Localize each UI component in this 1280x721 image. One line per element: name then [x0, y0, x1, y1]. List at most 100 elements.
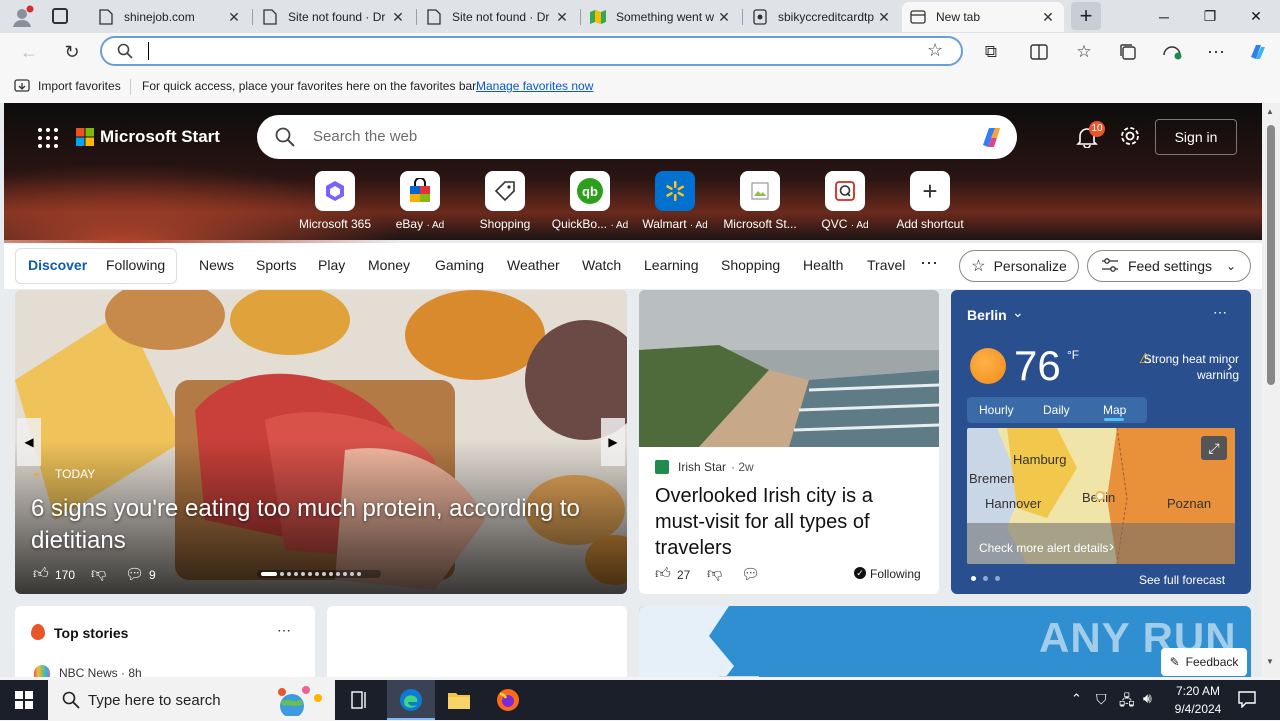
tab-gaming[interactable]: Gaming — [435, 257, 484, 273]
app-launcher-icon[interactable] — [37, 127, 59, 154]
tab-travel[interactable]: Travel — [867, 257, 905, 273]
tab-map[interactable]: Map — [1103, 403, 1126, 417]
import-favorites-button[interactable]: Import favorites — [38, 79, 121, 93]
task-view-icon[interactable] — [350, 690, 370, 715]
clock-time[interactable]: 7:20 AM — [1172, 684, 1224, 698]
more-options-icon[interactable]: ⋯ — [277, 622, 291, 639]
profile-icon[interactable] — [10, 5, 34, 29]
close-window-button[interactable]: ✕ — [1233, 0, 1279, 33]
more-tabs-icon[interactable]: ⋯ — [920, 253, 938, 274]
taskbar-search-box[interactable]: Type here to search — [48, 680, 335, 720]
pager-dot[interactable] — [995, 576, 1000, 581]
shortcut-quickbooks[interactable]: qb QuickBo... · Ad — [545, 171, 635, 231]
back-button[interactable]: ← — [14, 37, 44, 67]
close-tab-icon[interactable]: ✕ — [1040, 9, 1056, 25]
restore-button[interactable]: ❐ — [1187, 0, 1233, 33]
firefox-icon[interactable] — [496, 688, 520, 717]
tab-actions-icon[interactable] — [52, 8, 68, 24]
dislike-icon[interactable]: 👎︎ — [91, 565, 106, 583]
comment-icon[interactable]: 💬︎ — [741, 565, 760, 583]
security-icon[interactable]: ⛉ — [1096, 691, 1107, 708]
shortcut-shopping[interactable]: Shopping — [460, 171, 550, 231]
address-bar[interactable]: ☆ — [100, 36, 963, 66]
tab-following[interactable]: Following — [106, 257, 165, 273]
windows-start-icon[interactable] — [15, 691, 33, 714]
browser-tab[interactable]: shinejob.com ✕ — [90, 2, 250, 32]
carousel-dots[interactable] — [257, 570, 381, 578]
brand-title[interactable]: Microsoft Start — [100, 127, 220, 147]
taskbar-search-input[interactable]: Type here to search — [88, 692, 221, 709]
tab-learning[interactable]: Learning — [644, 257, 699, 273]
article-headline[interactable]: 6 signs you're eating too much protein, … — [31, 493, 621, 557]
close-tab-icon[interactable]: ✕ — [716, 9, 732, 25]
feed-settings-button[interactable]: Feed settings ⌄ — [1087, 250, 1251, 282]
more-options-icon[interactable]: ⋯ — [1213, 304, 1227, 321]
chevron-down-icon[interactable]: ⌄ — [1012, 304, 1024, 321]
close-tab-icon[interactable]: ✕ — [226, 9, 242, 25]
dislike-icon[interactable]: 👎︎ — [707, 565, 722, 583]
collections-icon[interactable] — [1113, 37, 1143, 67]
taskbar-edge-button[interactable] — [387, 680, 435, 720]
more-menu-icon[interactable]: ⋯ — [1201, 37, 1231, 67]
tab-weather[interactable]: Weather — [507, 257, 560, 273]
tab-discover[interactable]: Discover — [28, 257, 87, 273]
tab-play[interactable]: Play — [318, 257, 345, 273]
new-tab-button[interactable]: + — [1071, 2, 1101, 30]
weather-city[interactable]: Berlin — [967, 307, 1007, 323]
scroll-down-arrow-icon[interactable]: ▼ — [1266, 657, 1274, 666]
scroll-up-arrow-icon[interactable]: ▲ — [1266, 107, 1274, 116]
copilot-icon[interactable] — [1243, 37, 1273, 67]
split-screen-icon[interactable] — [1024, 37, 1054, 67]
tab-news[interactable]: News — [199, 257, 234, 273]
browser-tab[interactable]: sbikyccreditcardtp ✕ — [744, 2, 900, 32]
web-search-input[interactable]: Search the web — [313, 128, 417, 145]
clock-date[interactable]: 9/4/2024 — [1168, 702, 1228, 716]
notification-center-icon[interactable] — [1238, 690, 1256, 713]
manage-favorites-link[interactable]: Manage favorites now — [476, 79, 593, 93]
pager-dot[interactable] — [983, 576, 988, 581]
feedback-button[interactable]: ✎ Feedback — [1161, 648, 1247, 676]
shortcut-ebay[interactable]: eBay · Ad — [375, 171, 465, 231]
weather-card[interactable]: Berlin ⌄ ⋯ 76 °F ⚠ Strong heat minor war… — [951, 290, 1251, 594]
address-input[interactable] — [148, 42, 548, 60]
carousel-prev-button[interactable]: ◀ — [17, 418, 41, 466]
like-icon[interactable]: 👍︎ — [33, 565, 49, 583]
refresh-button[interactable]: ↻ — [57, 37, 87, 67]
irish-article-card[interactable]: Irish Star · 2w Overlooked Irish city is… — [639, 290, 939, 594]
shortcut-microsoft-365[interactable]: Microsoft 365 — [290, 171, 380, 231]
sign-in-button[interactable]: Sign in — [1155, 119, 1237, 155]
close-tab-icon[interactable]: ✕ — [554, 9, 570, 25]
following-label[interactable]: Following — [870, 567, 921, 581]
minimize-button[interactable]: ─ — [1141, 0, 1187, 33]
tab-sports[interactable]: Sports — [256, 257, 296, 273]
tab-daily[interactable]: Daily — [1043, 403, 1070, 417]
shortcut-add[interactable]: + Add shortcut — [885, 171, 975, 231]
web-search-box[interactable]: Search the web — [257, 115, 1017, 159]
personalize-button[interactable]: ☆ Personalize — [959, 250, 1079, 282]
close-tab-icon[interactable]: ✕ — [390, 9, 406, 25]
tab-health[interactable]: Health — [803, 257, 843, 273]
shortcut-qvc[interactable]: QVC · Ad — [800, 171, 890, 231]
settings-gear-icon[interactable] — [1118, 124, 1142, 153]
comment-icon[interactable]: 💬︎ — [125, 565, 144, 583]
favorite-star-icon[interactable]: ☆ — [927, 40, 943, 61]
scroll-thumb[interactable] — [1267, 125, 1275, 385]
weather-alert[interactable]: Strong heat minor warning — [1139, 351, 1239, 383]
tab-money[interactable]: Money — [368, 257, 410, 273]
import-favorites-icon[interactable] — [14, 78, 30, 97]
favorites-icon[interactable]: ☆ — [1069, 37, 1099, 67]
close-tab-icon[interactable]: ✕ — [876, 9, 892, 25]
weather-map[interactable]: Hamburg Bremen Hannover Berlin Poznan ⤢ … — [967, 428, 1235, 564]
performance-icon[interactable] — [1157, 37, 1187, 67]
browser-tab[interactable]: Site not found · Dr ✕ — [418, 2, 578, 32]
shortcut-microsoft-store[interactable]: Microsoft St... — [715, 171, 805, 231]
tab-shopping[interactable]: Shopping — [721, 257, 780, 273]
pager-dot-active[interactable] — [971, 576, 976, 581]
browser-tab-active[interactable]: New tab ✕ — [902, 2, 1064, 32]
carousel-next-button[interactable]: ▶ — [601, 418, 625, 466]
volume-icon[interactable]: 🔊︎ — [1143, 690, 1152, 707]
like-icon[interactable]: 👍︎ — [655, 565, 671, 583]
chevron-right-icon[interactable]: › — [1227, 358, 1232, 376]
tab-hourly[interactable]: Hourly — [979, 403, 1014, 417]
show-hidden-icons-icon[interactable]: ⌃ — [1071, 691, 1082, 707]
